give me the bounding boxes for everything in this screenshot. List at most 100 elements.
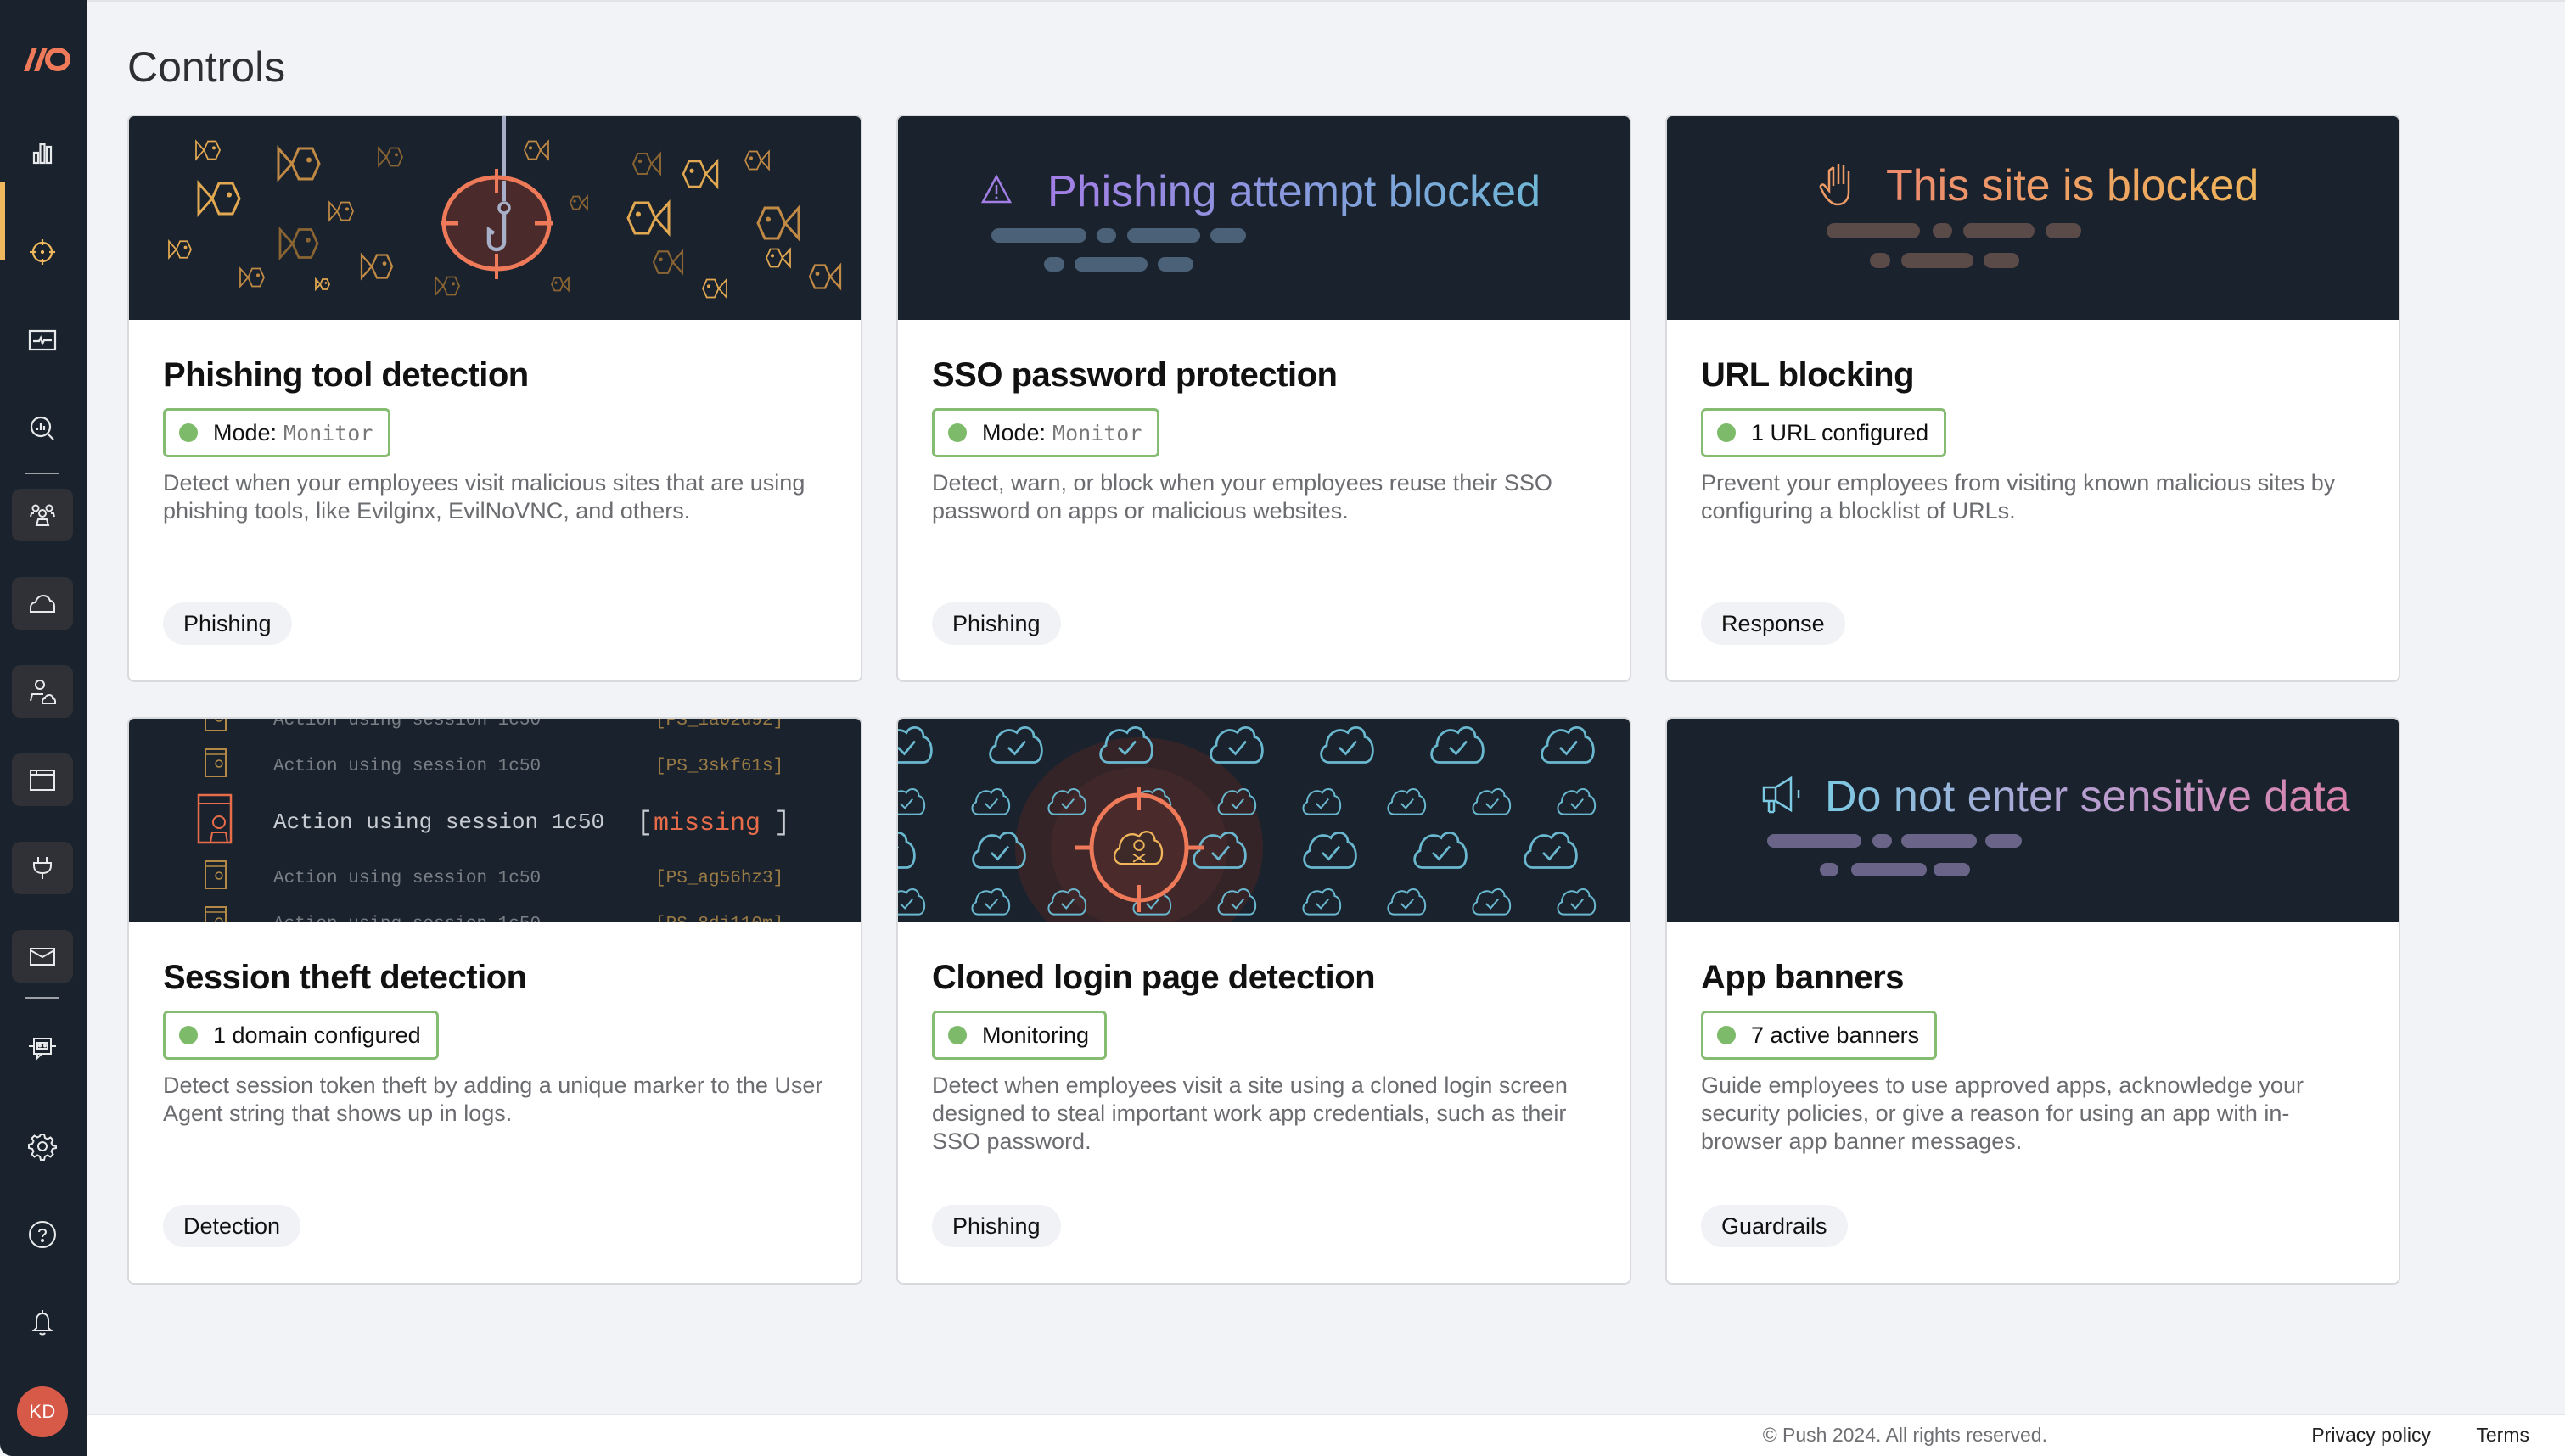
card-title: Phishing tool detection: [163, 356, 529, 394]
plug-icon: [33, 857, 52, 879]
cloud-check-icon: [1524, 832, 1578, 869]
sidebar-item-accounts[interactable]: [12, 665, 73, 718]
cloud-check-icon: [1387, 788, 1427, 815]
log-row: Action using session 1c50 [PS_ag56hz3]: [205, 860, 783, 889]
status-label: Mode:: [982, 419, 1047, 445]
user-avatar[interactable]: KD: [17, 1386, 68, 1437]
banner-message: This site is blocked: [1886, 161, 2259, 210]
status-dot-icon: [1717, 1026, 1736, 1044]
sidebar-item-integrations[interactable]: [12, 842, 73, 894]
card-description: Detect when your employees visit malicio…: [163, 470, 805, 524]
card-banner: Action using session 1c50 [PS_1a02d92] Act…: [129, 719, 861, 922]
card-title: Cloned login page detection: [932, 959, 1376, 996]
fish-icon: [631, 151, 661, 176]
fish-icon: [570, 194, 588, 211]
sidebar-item-investigate[interactable]: [12, 402, 73, 455]
sidebar-item-notifications[interactable]: [12, 1296, 73, 1349]
user-cloud-icon: [30, 680, 56, 704]
window-top-edge: [0, 0, 2565, 2]
category-tag: Phishing: [163, 602, 292, 645]
log-row: Action using session 1c50 [PS_8dj110m]: [205, 906, 783, 922]
sidebar-item-email[interactable]: [12, 930, 73, 983]
cloud-check-icon: [898, 726, 933, 764]
status-label: Monitoring: [982, 1022, 1090, 1048]
control-card-url-blocking[interactable]: This site is blocked URL blocking 1 URL …: [1665, 115, 2400, 682]
log-row: Action using session 1c50 [PS_3skf61s]: [205, 748, 783, 777]
svg-text:missing: missing: [654, 809, 761, 838]
session-log-illustration: Action using session 1c50 [PS_1a02d92]Act…: [197, 719, 790, 922]
category-tag: Phishing: [932, 1205, 1061, 1247]
banner-illustration: This site is blocked: [1819, 161, 2259, 268]
push-logo-icon[interactable]: [14, 42, 71, 76]
control-card-session-theft-detection[interactable]: Action using session 1c50 [PS_1a02d92] Act…: [127, 717, 862, 1285]
cloud-check-icon: [898, 888, 926, 916]
svg-text:]: ]: [774, 807, 790, 838]
fish-icon: [682, 158, 719, 190]
bar-chart-icon: [32, 143, 53, 165]
card-banner: Do not enter sensitive data: [1667, 719, 2399, 922]
users-icon: [30, 504, 55, 526]
sidebar-item-settings[interactable]: [12, 1120, 73, 1173]
banner-illustration: Phishing attempt blocked: [980, 167, 1541, 272]
mail-icon: [30, 948, 55, 966]
svg-text:Action using session 1c50: Action using session 1c50: [273, 915, 541, 922]
sidebar-item-browsers[interactable]: [12, 753, 73, 806]
fish-icon: [756, 204, 800, 242]
cloud-check-icon: [971, 788, 1011, 815]
category-tag: Guardrails: [1701, 1205, 1848, 1247]
status-label: Mode:: [213, 419, 278, 445]
fish-icon: [328, 200, 354, 222]
card-description: Guide employees to use approved apps, ac…: [1701, 1072, 2304, 1154]
fish-icon: [378, 146, 403, 168]
sidebar-item-help[interactable]: [12, 1208, 73, 1261]
cloud-check-icon: [1472, 888, 1512, 916]
status-label: 1 domain configured: [213, 1022, 421, 1048]
sidebar-item-apps[interactable]: [12, 577, 73, 630]
status-dot-icon: [179, 423, 198, 442]
sidebar-item-activity[interactable]: [12, 314, 73, 367]
privacy-policy-link[interactable]: Privacy policy: [2311, 1424, 2431, 1447]
fish-icon: [278, 226, 319, 261]
sidebar-item-dashboard[interactable]: [12, 127, 73, 180]
terms-link[interactable]: Terms: [2476, 1424, 2529, 1447]
fish-icon: [702, 277, 727, 300]
fish-icon: [744, 149, 770, 171]
fish-icon: [360, 252, 394, 281]
svg-text:Action using session 1c50: Action using session 1c50: [273, 757, 541, 776]
cloud-check-icon: [1302, 888, 1342, 916]
cloud-check-icon: [898, 788, 926, 815]
sidebar-item-chatbot[interactable]: [12, 1022, 73, 1074]
cloud-check-icon: [1557, 888, 1597, 916]
cloud-check-icon: [1303, 832, 1357, 869]
card-description: Detect, warn, or block when your employe…: [932, 470, 1552, 524]
page-footer: © Push 2024. All rights reserved. Privac…: [87, 1414, 2565, 1456]
cloud-check-icon: [1387, 888, 1427, 916]
sidebar-item-controls[interactable]: [12, 226, 73, 278]
placeholder-text-bars: [991, 228, 1246, 272]
warning-icon: [980, 174, 1013, 204]
status-badge: 1 URL configured: [1701, 408, 1947, 457]
banner-illustration: Do not enter sensitive data: [1762, 772, 2350, 876]
fish-icon: [197, 180, 241, 217]
cloud-check-icon: [1557, 788, 1597, 815]
card-title: Session theft detection: [163, 959, 527, 996]
control-card-app-banners[interactable]: Do not enter sensitive data App banners …: [1665, 717, 2400, 1285]
cloud-check-icon: [1472, 788, 1512, 815]
status-label: 7 active banners: [1751, 1022, 1920, 1048]
card-title: App banners: [1701, 959, 1904, 996]
category-tag: Detection: [163, 1205, 301, 1247]
help-icon: [29, 1221, 56, 1248]
status-dot-icon: [179, 1026, 198, 1044]
card-banner: [898, 719, 1630, 922]
control-card-cloned-login-page-detection[interactable]: Cloned login page detection Monitoring D…: [896, 717, 1631, 1285]
fish-icon: [626, 199, 671, 237]
sidebar-nav: KD: [0, 0, 87, 1456]
placeholder-text-bars: [1827, 223, 2081, 268]
control-card-sso-password-protection[interactable]: Phishing attempt blocked SSO password pr…: [896, 115, 1631, 682]
crosshair-icon: [30, 239, 55, 265]
sidebar-item-employees[interactable]: [12, 489, 73, 541]
card-description: Detect session token theft by adding a u…: [163, 1072, 823, 1126]
status-badge: Monitoring: [932, 1011, 1108, 1060]
control-card-phishing-tool-detection[interactable]: Phishing tool detection Mode: Monitor De…: [127, 115, 862, 682]
activity-monitor-icon: [28, 329, 57, 351]
